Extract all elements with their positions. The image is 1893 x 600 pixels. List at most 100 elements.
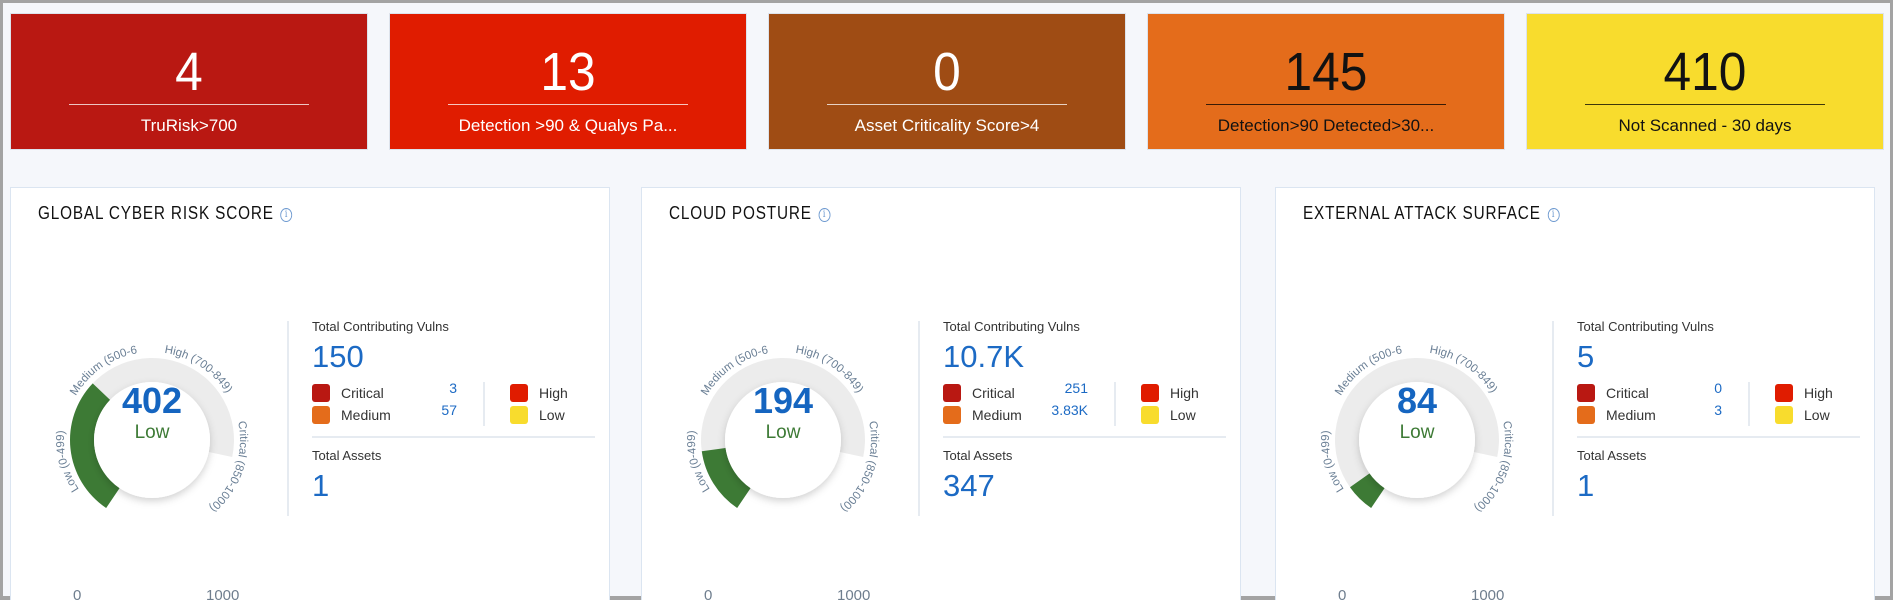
critical-count[interactable]: 251 (1028, 380, 1088, 396)
gauge-min-label: 0 (73, 587, 82, 600)
total-vulns-label: Total Contributing Vulns (312, 319, 449, 334)
panel-external-attack-surface: EXTERNAL ATTACK SURFACE i Low (0-499) Medi… (1275, 187, 1875, 600)
card-value: 4 (175, 42, 203, 102)
vertical-divider (287, 321, 289, 516)
card-value: 410 (1663, 42, 1747, 102)
gauge-band: Low (765, 422, 801, 443)
high-swatch (510, 384, 528, 402)
panel-title-text: EXTERNAL ATTACK SURFACE (1303, 203, 1541, 223)
total-vulns-label: Total Contributing Vulns (1577, 319, 1714, 334)
card-value: 13 (540, 42, 596, 102)
critical-count[interactable]: 0 (1662, 380, 1722, 396)
gauge-max-label: 1000 (837, 587, 871, 600)
total-assets-value[interactable]: 347 (943, 467, 1226, 505)
gauge-score: 402 (121, 380, 183, 421)
stats-block: Total Contributing Vulns 5 Critical 0 Me… (1577, 319, 1860, 505)
vertical-divider (918, 321, 920, 516)
summary-card-not-scanned[interactable]: 410 Not Scanned - 30 days (1526, 13, 1884, 150)
card-label: Not Scanned - 30 days (1618, 116, 1792, 135)
card-value: 0 (933, 42, 961, 102)
legend-item-critical: Critical (1577, 382, 1649, 404)
medium-swatch (312, 406, 330, 424)
info-icon[interactable]: i (280, 208, 293, 222)
legend-label: High (1804, 385, 1833, 401)
total-assets-value[interactable]: 1 (1577, 467, 1860, 505)
risk-gauge: Low (0-499) Medium (500-699) High (700-849… (651, 291, 884, 600)
legend-item-low: Low (1141, 404, 1196, 426)
total-vulns-value[interactable]: 150 (312, 338, 595, 376)
severity-legend: Critical 0 Medium 3 High Low (1577, 380, 1860, 428)
medium-swatch (1577, 406, 1595, 424)
card-label: Detection >90 & Qualys Pa... (458, 116, 678, 135)
severity-legend: Critical 251 Medium 3.83K High Low (943, 380, 1226, 428)
legend-label: High (1170, 385, 1199, 401)
summary-card-asset-criticality[interactable]: 0 Asset Criticality Score>4 (768, 13, 1126, 150)
high-swatch (1141, 384, 1159, 402)
legend-divider (483, 382, 485, 426)
card-divider (69, 104, 309, 105)
stats-block: Total Contributing Vulns 150 Critical 3 … (312, 319, 595, 505)
legend-item-medium: Medium (1577, 404, 1656, 426)
vertical-divider (1552, 321, 1554, 516)
medium-count[interactable]: 57 (397, 402, 457, 418)
critical-count[interactable]: 3 (397, 380, 457, 396)
legend-item-medium: Medium (312, 404, 391, 426)
critical-swatch (312, 384, 330, 402)
low-swatch (1141, 406, 1159, 424)
card-divider (1585, 104, 1825, 105)
legend-divider (1114, 382, 1116, 426)
gauge-score: 194 (752, 380, 814, 421)
panel-title: CLOUD POSTURE i (669, 203, 831, 224)
horizontal-divider (943, 436, 1226, 438)
legend-label: Low (1804, 407, 1830, 423)
summary-card-detection-qualys[interactable]: 13 Detection >90 & Qualys Pa... (389, 13, 747, 150)
panel-title-text: GLOBAL CYBER RISK SCORE (38, 203, 274, 223)
gauge-max-label: 1000 (206, 587, 240, 600)
panel-title: EXTERNAL ATTACK SURFACE i (1303, 203, 1560, 224)
legend-item-low: Low (510, 404, 565, 426)
total-vulns-label: Total Contributing Vulns (943, 319, 1080, 334)
legend-label: Critical (972, 385, 1015, 401)
legend-label: Critical (341, 385, 384, 401)
low-swatch (1775, 406, 1793, 424)
legend-label: Medium (972, 407, 1022, 423)
horizontal-divider (1577, 436, 1860, 438)
total-assets-label: Total Assets (943, 448, 1013, 463)
gauge-max-label: 1000 (1471, 587, 1505, 600)
summary-card-trurisk[interactable]: 4 TruRisk>700 (10, 13, 368, 150)
panel-title: GLOBAL CYBER RISK SCORE i (38, 203, 293, 224)
gauge-band: Low (134, 422, 170, 443)
panel-global-cyber-risk-score: GLOBAL CYBER RISK SCORE i Low (0-499) Medi… (10, 187, 610, 600)
legend-item-high: High (1141, 382, 1199, 404)
total-vulns-value[interactable]: 10.7K (943, 338, 1226, 376)
total-assets-value[interactable]: 1 (312, 467, 595, 505)
total-assets-label: Total Assets (312, 448, 382, 463)
medium-swatch (943, 406, 961, 424)
critical-swatch (1577, 384, 1595, 402)
medium-count[interactable]: 3.83K (1028, 402, 1088, 418)
legend-label: Critical (1606, 385, 1649, 401)
info-icon[interactable]: i (1547, 208, 1560, 222)
legend-divider (1748, 382, 1750, 426)
horizontal-divider (312, 436, 595, 438)
stats-block: Total Contributing Vulns 10.7K Critical … (943, 319, 1226, 505)
total-vulns-value[interactable]: 5 (1577, 338, 1860, 376)
legend-label: Low (1170, 407, 1196, 423)
legend-label: High (539, 385, 568, 401)
card-divider (827, 104, 1067, 105)
info-icon[interactable]: i (818, 208, 831, 222)
legend-label: Medium (341, 407, 391, 423)
high-swatch (1775, 384, 1793, 402)
card-label: TruRisk>700 (140, 116, 238, 135)
card-label: Asset Criticality Score>4 (854, 116, 1040, 135)
legend-item-medium: Medium (943, 404, 1022, 426)
total-assets-label: Total Assets (1577, 448, 1647, 463)
summary-card-detection-detected[interactable]: 145 Detection>90 Detected>30... (1147, 13, 1505, 150)
gauge-score: 84 (1396, 380, 1438, 421)
legend-item-critical: Critical (312, 382, 384, 404)
panel-title-text: CLOUD POSTURE (669, 203, 812, 223)
card-divider (448, 104, 688, 105)
gauge-band: Low (1399, 422, 1435, 443)
card-value: 145 (1284, 42, 1368, 102)
medium-count[interactable]: 3 (1662, 402, 1722, 418)
